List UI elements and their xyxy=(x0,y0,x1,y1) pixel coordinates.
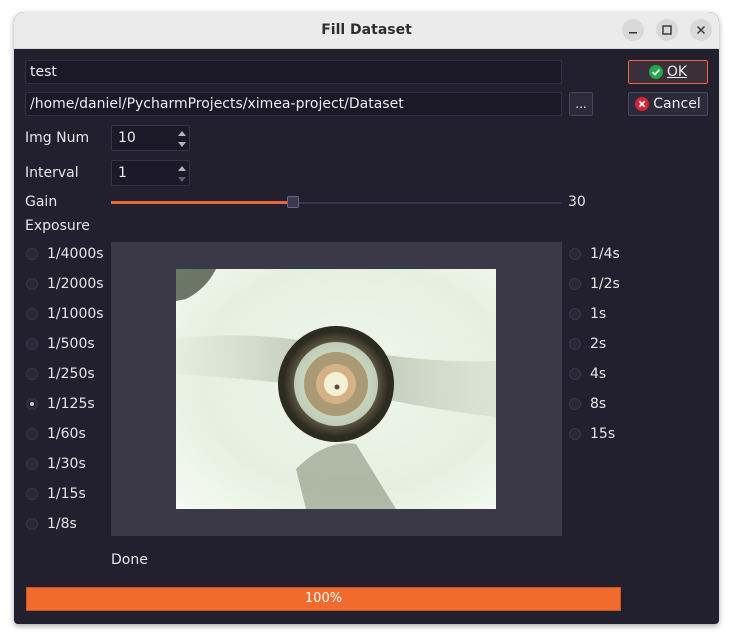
exposure-option-label: 1/60s xyxy=(47,426,86,442)
exposure-option-label: 8s xyxy=(590,396,607,412)
interval-value: 1 xyxy=(118,165,127,181)
radio-button[interactable] xyxy=(26,248,38,260)
camera-preview-panel xyxy=(111,242,562,536)
exposure-option[interactable]: 1/250s xyxy=(26,363,95,385)
exposure-option[interactable]: 1/30s xyxy=(26,453,86,475)
exposure-option-label: 4s xyxy=(590,366,607,382)
radio-button[interactable] xyxy=(569,308,581,320)
radio-button[interactable] xyxy=(26,458,38,470)
close-button[interactable] xyxy=(690,19,712,41)
maximize-icon xyxy=(662,25,672,35)
gain-slider-fill xyxy=(111,201,289,204)
exposure-option-label: 1/1000s xyxy=(47,306,104,322)
exposure-option-label: 1/8s xyxy=(47,516,77,532)
exposure-option[interactable]: 1/125s xyxy=(26,393,95,415)
spin-arrows-icon[interactable] xyxy=(177,163,187,185)
exposure-option-label: 15s xyxy=(590,426,616,442)
camera-preview-image xyxy=(176,269,496,509)
close-icon xyxy=(697,26,705,34)
exposure-option[interactable]: 1/4000s xyxy=(26,243,104,265)
exposure-option-label: 1/500s xyxy=(47,336,95,352)
spin-arrows-icon[interactable] xyxy=(177,128,187,150)
radio-button[interactable] xyxy=(569,338,581,350)
gain-label: Gain xyxy=(25,194,58,210)
exposure-option-label: 1/250s xyxy=(47,366,95,382)
progress-bar: 100% xyxy=(26,587,621,611)
fill-dataset-dialog: Fill Dataset test /home/daniel/PycharmPr… xyxy=(14,12,719,624)
radio-button[interactable] xyxy=(26,338,38,350)
radio-button[interactable] xyxy=(26,308,38,320)
window-title: Fill Dataset xyxy=(321,22,412,38)
exposure-option[interactable]: 1/60s xyxy=(26,423,86,445)
img-num-value: 10 xyxy=(118,130,136,146)
radio-button[interactable] xyxy=(569,248,581,260)
maximize-button[interactable] xyxy=(656,19,678,41)
exposure-label: Exposure xyxy=(25,218,90,234)
exposure-option[interactable]: 1s xyxy=(569,303,606,325)
exposure-option[interactable]: 1/1000s xyxy=(26,303,104,325)
exposure-option[interactable]: 2s xyxy=(569,333,606,355)
exposure-option[interactable]: 1/500s xyxy=(26,333,95,355)
radio-button[interactable] xyxy=(26,368,38,380)
radio-button[interactable] xyxy=(26,428,38,440)
radio-button[interactable] xyxy=(26,518,38,530)
exposure-option-label: 1/2s xyxy=(590,276,620,292)
exposure-option-label: 1s xyxy=(590,306,607,322)
status-text: Done xyxy=(111,552,148,568)
minimize-icon xyxy=(629,32,637,34)
gain-slider-handle[interactable] xyxy=(287,196,299,208)
interval-spinbox[interactable]: 1 xyxy=(111,160,190,186)
exposure-option-label: 1/4s xyxy=(590,246,620,262)
exposure-option[interactable]: 15s xyxy=(569,423,615,445)
cancel-button[interactable]: Cancel xyxy=(628,92,708,116)
exposure-option[interactable]: 1/8s xyxy=(26,513,77,535)
exposure-option-label: 1/125s xyxy=(47,396,95,412)
cancel-icon xyxy=(635,97,650,111)
exposure-option[interactable]: 1/15s xyxy=(26,483,86,505)
exposure-option-label: 2s xyxy=(590,336,607,352)
dataset-name-input[interactable]: test xyxy=(25,60,562,84)
ok-label: OK xyxy=(666,64,688,80)
radio-button[interactable] xyxy=(26,398,38,410)
exposure-option-label: 1/15s xyxy=(47,486,86,502)
exposure-option-label: 1/30s xyxy=(47,456,86,472)
radio-button[interactable] xyxy=(569,278,581,290)
cancel-label: Cancel xyxy=(653,96,701,112)
gain-value: 30 xyxy=(568,194,586,210)
radio-button[interactable] xyxy=(26,488,38,500)
exposure-option[interactable]: 4s xyxy=(569,363,606,385)
ok-button[interactable]: OK xyxy=(628,60,708,84)
exposure-option[interactable]: 1/2000s xyxy=(26,273,104,295)
minimize-button[interactable] xyxy=(622,19,644,41)
check-icon xyxy=(648,65,663,79)
exposure-option[interactable]: 1/2s xyxy=(569,273,620,295)
img-num-label: Img Num xyxy=(25,130,90,146)
exposure-option[interactable]: 1/4s xyxy=(569,243,620,265)
exposure-option-label: 1/4000s xyxy=(47,246,104,262)
browse-button[interactable]: ... xyxy=(569,92,593,116)
interval-label: Interval xyxy=(25,165,79,181)
radio-button[interactable] xyxy=(569,398,581,410)
radio-button[interactable] xyxy=(26,278,38,290)
img-num-spinbox[interactable]: 10 xyxy=(111,125,190,151)
exposure-option[interactable]: 8s xyxy=(569,393,606,415)
title-bar[interactable]: Fill Dataset xyxy=(14,12,719,49)
radio-button[interactable] xyxy=(569,368,581,380)
radio-button[interactable] xyxy=(569,428,581,440)
gain-slider[interactable] xyxy=(111,196,562,210)
dataset-path-input[interactable]: /home/daniel/PycharmProjects/ximea-proje… xyxy=(25,92,562,116)
exposure-option-label: 1/2000s xyxy=(47,276,104,292)
progress-text: 100% xyxy=(304,591,343,606)
